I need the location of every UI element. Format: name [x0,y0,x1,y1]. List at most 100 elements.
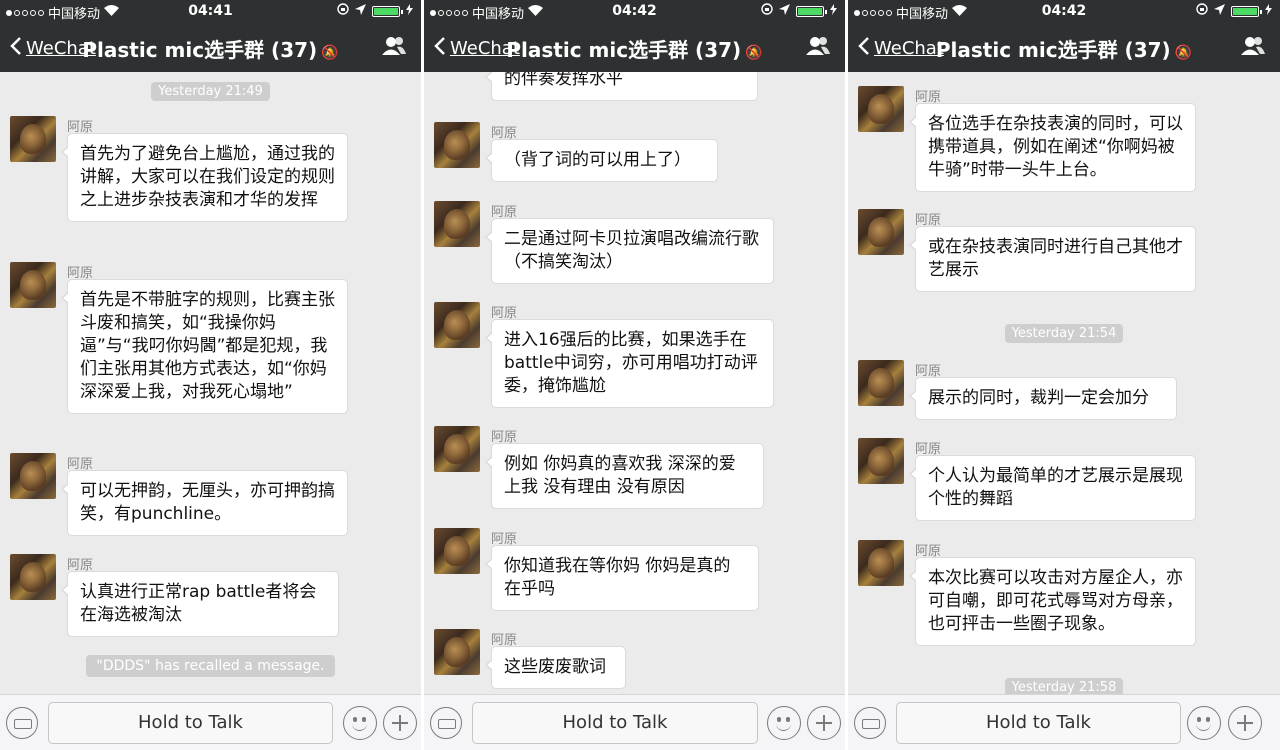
message-bubble[interactable]: 进入16强后的比赛，如果选手在battle中词穷，亦可用唱功打动评委，掩饰尴尬 [485,319,774,408]
mute-icon: 🔕 [321,45,339,61]
avatar[interactable] [858,86,904,132]
chat-screen-2: 中国移动 04:42 WeChat Plastic mic选手群 (37)🔕 [424,0,845,750]
avatar[interactable] [434,528,480,574]
avatar[interactable] [434,629,480,675]
emoji-icon[interactable] [1187,706,1221,740]
chat-title: Plastic mic选手群 (37) 🔕 [935,38,1193,62]
nav-bar: WeChat Plastic mic选手群 (37) 🔕 [848,30,1280,66]
group-members-icon [806,37,830,55]
timestamp: Yesterday 21:49 [0,80,421,101]
battery-icon [372,5,403,17]
mute-icon: 🔕 [1174,45,1193,61]
plus-icon[interactable] [807,706,841,740]
message: 阿原 可以无押韵，无厘头，亦可押韵搞笑，有punchline。 [10,453,411,538]
group-info-button[interactable] [381,36,407,60]
message-list[interactable]: 的伴奏发挥水平 阿原 （背了词的可以用上了） 阿原 二是通过阿卡贝拉演唱改编流行… [424,72,845,694]
message-list[interactable]: Yesterday 21:49 阿原 首先为了避免台上尴尬，通过我的讲解，大家可… [0,72,421,694]
message: 阿原 （背了词的可以用上了） [434,122,835,188]
timestamp: Yesterday 21:54 [848,322,1280,343]
battery-icon [796,5,827,17]
message: 阿原 或在杂技表演同时进行自己其他才艺展示 [858,209,1270,299]
rotation-lock-icon [1196,3,1208,19]
input-bar: Hold to Talk [848,694,1280,750]
keyboard-toggle-icon[interactable] [430,707,462,739]
avatar[interactable] [10,116,56,162]
recall-notice: "DDDS" has recalled a message. [0,655,421,677]
message-bubble[interactable]: 首先为了避免台上尴尬，通过我的讲解，大家可以在我们设定的规则之上进步杂技表演和才… [61,133,348,222]
message-bubble[interactable]: 本次比赛可以攻击对方屋企人，亦可自嘲，即可花式辱骂对方母亲，也可抨击一些圈子现象… [909,557,1196,646]
message: 阿原 展示的同时，裁判一定会加分 [858,360,1270,426]
hold-to-talk-button[interactable]: Hold to Talk [48,702,333,744]
avatar[interactable] [10,262,56,308]
message: 阿原 这些废废歌词 [434,629,835,694]
group-info-button[interactable] [1240,36,1266,60]
message: 阿原 首先为了避免台上尴尬，通过我的讲解，大家可以在我们设定的规则之上进步杂技表… [10,116,411,246]
avatar[interactable] [434,201,480,247]
message: 阿原 进入16强后的比赛，如果选手在battle中词穷，亦可用唱功打动评委，掩饰… [434,302,835,417]
message-bubble[interactable]: 展示的同时，裁判一定会加分 [909,377,1177,420]
avatar[interactable] [10,453,56,499]
avatar[interactable] [858,360,904,406]
message: 阿原 你知道我在等你妈 你妈是真的在乎吗 [434,528,835,618]
message: 阿原 首先是不带脏字的规则，比赛主张斗废和搞笑，如“我操你妈逼”与“我叼你妈閪”… [10,262,411,438]
message-list[interactable]: 阿原 各位选手在杂技表演的同时，可以携带道具，例如在阐述“你啊妈被牛骑”时带一头… [848,72,1280,694]
chat-title: Plastic mic选手群 (37) 🔕 [506,38,763,62]
rotation-lock-icon [761,3,773,19]
input-bar: Hold to Talk [424,694,845,750]
message-bubble[interactable]: 二是通过阿卡贝拉演唱改编流行歌（不搞笑淘汰） [485,218,774,284]
plus-icon[interactable] [1228,706,1262,740]
top-bar: 中国移动 04:42 WeChat Plastic mic选手群 (37) 🔕 [424,0,845,72]
battery-icon [1231,5,1262,17]
emoji-icon[interactable] [767,706,801,740]
charging-icon [406,3,413,19]
timestamp: Yesterday 21:58 [848,676,1280,694]
group-members-icon [1241,37,1265,55]
emoji-icon[interactable] [343,706,377,740]
keyboard-toggle-icon[interactable] [6,707,38,739]
charging-icon [1265,3,1272,19]
avatar[interactable] [858,438,904,484]
location-icon [355,3,366,19]
rotation-lock-icon [337,3,349,19]
keyboard-toggle-icon[interactable] [854,707,886,739]
message: 阿原 本次比赛可以攻击对方屋企人，亦可自嘲，即可花式辱骂对方母亲，也可抨击一些圈… [858,540,1270,655]
top-bar: 中国移动 04:42 WeChat Plastic mic选手群 (37) 🔕 [848,0,1280,72]
nav-bar: WeChat Plastic mic选手群 (37) 🔕 [424,30,845,66]
status-bar: 中国移动 04:41 [0,3,421,22]
location-icon [779,3,790,19]
status-bar: 中国移动 04:42 [424,3,845,22]
message-bubble[interactable]: 这些废废歌词 [485,646,626,689]
message-bubble[interactable]: 认真进行正常rap battle者将会在海选被淘汰 [61,571,339,637]
message-bubble[interactable]: （背了词的可以用上了） [485,139,718,182]
group-info-button[interactable] [805,36,831,60]
message: 阿原 认真进行正常rap battle者将会在海选被淘汰 [10,554,411,639]
avatar[interactable] [858,209,904,255]
charging-icon [830,3,837,19]
status-bar: 中国移动 04:42 [848,3,1280,22]
mute-icon: 🔕 [745,45,763,61]
nav-bar: WeChat Plastic mic选手群 (37) 🔕 [0,30,421,66]
message: 阿原 例如 你妈真的喜欢我 深深的爱上我 没有理由 没有原因 [434,426,835,516]
message-bubble[interactable]: 例如 你妈真的喜欢我 深深的爱上我 没有理由 没有原因 [485,443,764,509]
message-bubble[interactable]: 你知道我在等你妈 你妈是真的在乎吗 [485,545,759,611]
location-icon [1214,3,1225,19]
plus-icon[interactable] [383,706,417,740]
message-partial: 的伴奏发挥水平 [434,72,835,108]
message-bubble[interactable]: 可以无押韵，无厘头，亦可押韵搞笑，有punchline。 [61,470,348,536]
chat-title: Plastic mic选手群 (37) 🔕 [82,38,339,62]
hold-to-talk-button[interactable]: Hold to Talk [896,702,1181,744]
avatar[interactable] [434,122,480,168]
avatar[interactable] [858,540,904,586]
avatar[interactable] [434,302,480,348]
message-bubble[interactable]: 的伴奏发挥水平 [485,72,758,101]
message-bubble[interactable]: 各位选手在杂技表演的同时，可以携带道具，例如在阐述“你啊妈被牛骑”时带一头牛上台… [909,103,1196,192]
message-bubble[interactable]: 或在杂技表演同时进行自己其他才艺展示 [909,226,1196,292]
message: 阿原 二是通过阿卡贝拉演唱改编流行歌（不搞笑淘汰） [434,201,835,291]
avatar[interactable] [10,554,56,600]
top-bar: 中国移动 04:41 WeChat Plastic mic选手群 (37) 🔕 [0,0,421,72]
hold-to-talk-button[interactable]: Hold to Talk [472,702,758,744]
avatar[interactable] [434,426,480,472]
message-bubble[interactable]: 个人认为最简单的才艺展示是展现个性的舞蹈 [909,455,1196,521]
message-bubble[interactable]: 首先是不带脏字的规则，比赛主张斗废和搞笑，如“我操你妈逼”与“我叼你妈閪”都是犯… [61,279,348,414]
chat-screen-3: 中国移动 04:42 WeChat Plastic mic选手群 (37)🔕 [848,0,1280,750]
